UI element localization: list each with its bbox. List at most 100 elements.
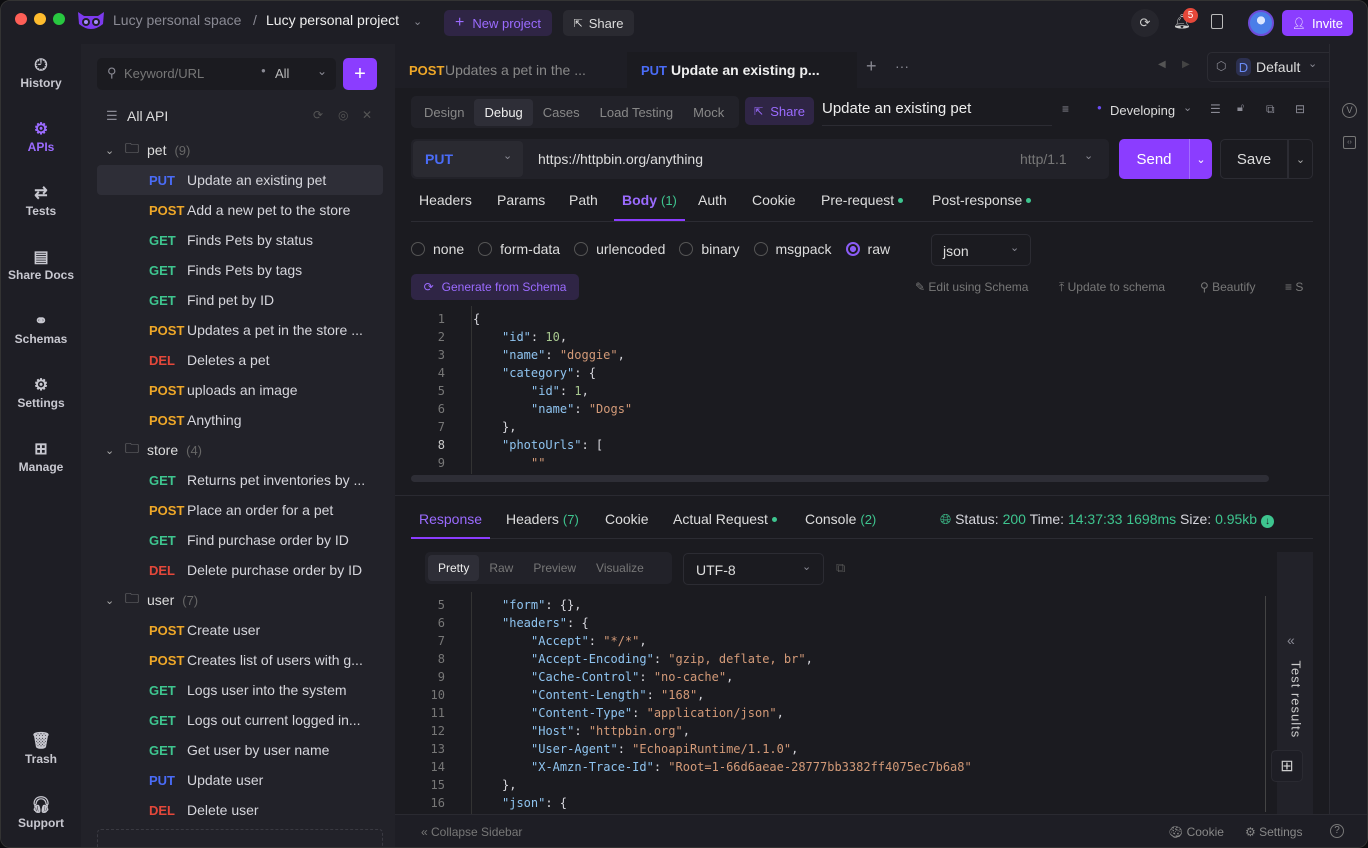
- filter-chevron-down-icon[interactable]: ⌄: [317, 64, 327, 78]
- collapse-all-icon[interactable]: ✕: [362, 108, 372, 122]
- response-tab-console[interactable]: Console (2): [805, 511, 876, 527]
- workspace-name[interactable]: Lucy personal space: [113, 12, 241, 28]
- lock-icon[interactable]: 🔓︎: [1237, 102, 1244, 115]
- request-tab-post-response[interactable]: Post-response: [932, 192, 1032, 208]
- api-item[interactable]: GET Find purchase order by ID: [97, 525, 383, 555]
- body-type-none[interactable]: none: [411, 241, 464, 257]
- folder-pet[interactable]: ⌄ 🗀︎ pet (9): [97, 135, 383, 165]
- body-editor[interactable]: 1 {2 "id": 10, 3 "name": "doggie", 4 "category…: [395, 306, 1313, 474]
- send-button[interactable]: Send: [1119, 139, 1189, 179]
- copy-icon[interactable]: ⧉: [836, 560, 845, 576]
- help-icon[interactable]: ?: [1330, 824, 1344, 838]
- layout-icon[interactable]: ☰: [1210, 102, 1221, 116]
- folder-chevron-down-icon[interactable]: ⌄: [105, 444, 125, 457]
- update-to-schema-button[interactable]: ⤒ Update to schema: [1059, 280, 1165, 295]
- mode-tab-debug[interactable]: Debug: [474, 98, 533, 126]
- search-input[interactable]: ⚲ Keyword/URL ● All ⌄: [97, 58, 336, 90]
- api-item[interactable]: PUT Update an existing pet: [97, 165, 383, 195]
- api-item[interactable]: GET Get user by user name: [97, 735, 383, 765]
- new-project-button[interactable]: + New project: [444, 10, 552, 36]
- mode-tab-mock[interactable]: Mock: [683, 99, 734, 126]
- add-api-button[interactable]: +: [343, 58, 377, 90]
- api-item[interactable]: GET Find pet by ID: [97, 285, 383, 315]
- status-chevron-down-icon[interactable]: ⌄: [1183, 101, 1192, 114]
- api-item[interactable]: POST Place an order for a pet: [97, 495, 383, 525]
- protocol-select[interactable]: http/1.1: [1020, 151, 1067, 167]
- method-select[interactable]: PUT ⌄: [413, 141, 523, 177]
- request-tab-pre-request[interactable]: Pre-request: [821, 192, 904, 208]
- expand-chevrons-icon[interactable]: «: [1287, 632, 1295, 648]
- radio-button[interactable]: [478, 242, 493, 256]
- new-tab-plus-icon[interactable]: +: [866, 56, 877, 77]
- body-type-raw[interactable]: raw: [845, 241, 890, 257]
- folder-user[interactable]: ⌄ 🗀︎ user (7): [97, 585, 383, 615]
- request-tab-body[interactable]: Body (1): [614, 192, 685, 221]
- footer-cookie-button[interactable]: 🍪︎ Cookie: [1168, 825, 1224, 839]
- api-item[interactable]: POST Add a new pet to the store: [97, 195, 383, 225]
- save-button[interactable]: Save: [1220, 139, 1288, 179]
- api-item[interactable]: DEL Delete purchase order by ID: [97, 555, 383, 585]
- folder-store[interactable]: ⌄ 🗀︎ store (4): [97, 435, 383, 465]
- radio-button[interactable]: [574, 242, 589, 256]
- folder-chevron-down-icon[interactable]: ⌄: [105, 144, 125, 157]
- editor-horizontal-scrollbar[interactable]: [411, 475, 1269, 482]
- view-mode-visualize[interactable]: Visualize: [586, 555, 654, 581]
- api-item[interactable]: POST Anything: [97, 405, 383, 435]
- api-item[interactable]: POST Create user: [97, 615, 383, 645]
- api-item[interactable]: POST uploads an image: [97, 375, 383, 405]
- beautify-button[interactable]: ⚲ Beautify: [1200, 280, 1255, 294]
- view-mode-pretty[interactable]: Pretty: [428, 555, 480, 581]
- project-name[interactable]: Lucy personal project: [266, 12, 399, 28]
- rail-item-settings[interactable]: ⚙ Settings: [1, 376, 81, 410]
- edit-description-icon[interactable]: ≡: [1062, 102, 1069, 116]
- more-actions-button[interactable]: ≡ S: [1285, 280, 1303, 294]
- user-avatar[interactable]: [1248, 10, 1274, 36]
- refresh-icon[interactable]: ⟳: [313, 108, 323, 122]
- sync-icon[interactable]: ⟳: [1131, 9, 1159, 37]
- share-project-button[interactable]: ⇱ Share: [563, 10, 634, 36]
- api-share-button[interactable]: ⇱ Share: [745, 97, 814, 125]
- request-tab-path[interactable]: Path: [569, 192, 598, 208]
- body-type-urlencoded[interactable]: urlencoded: [574, 241, 665, 257]
- rail-item-schemas[interactable]: ⚭ Schemas: [1, 312, 81, 346]
- radio-button[interactable]: [411, 242, 425, 256]
- request-tab-headers[interactable]: Headers: [419, 192, 472, 208]
- response-tab-headers[interactable]: Headers (7): [506, 511, 579, 527]
- request-tab-params[interactable]: Params: [497, 192, 545, 208]
- tab-prev-icon[interactable]: ◀: [1158, 59, 1166, 70]
- rail-item-share-docs[interactable]: ▤ Share Docs: [1, 248, 81, 282]
- rail-item-history[interactable]: 🕘︎ History: [1, 56, 81, 90]
- mode-tab-design[interactable]: Design: [414, 99, 474, 126]
- generate-from-schema-button[interactable]: ⟳ Generate from Schema: [411, 274, 579, 300]
- download-icon[interactable]: ↓: [1261, 515, 1274, 528]
- api-item[interactable]: DEL Delete user: [97, 795, 383, 825]
- save-case-icon[interactable]: ⊟: [1295, 102, 1305, 116]
- code-snippet-icon[interactable]: ‹›: [1343, 136, 1356, 149]
- version-icon[interactable]: V: [1342, 103, 1357, 118]
- api-name-input[interactable]: Update an existing pet: [822, 100, 1052, 126]
- filter-select[interactable]: All: [275, 66, 289, 81]
- tab-post-updates-pet[interactable]: POST Updates a pet in the ...: [395, 52, 627, 88]
- api-item[interactable]: GET Logs out current logged in...: [97, 705, 383, 735]
- api-status-select[interactable]: Developing: [1110, 103, 1175, 118]
- body-type-form-data[interactable]: form-data: [478, 241, 560, 257]
- radio-button[interactable]: [845, 242, 860, 256]
- response-tab-cookie[interactable]: Cookie: [605, 511, 649, 527]
- rail-item-tests[interactable]: ⇄ Tests: [1, 184, 81, 218]
- minimize-window-button[interactable]: [34, 13, 46, 25]
- tab-next-icon[interactable]: ▶: [1182, 59, 1190, 70]
- more-tabs-icon[interactable]: ···: [895, 58, 909, 74]
- response-tab-actual-request[interactable]: Actual Request: [673, 511, 777, 527]
- edit-using-schema-button[interactable]: ✎ Edit using Schema: [915, 280, 1028, 294]
- folder-chevron-down-icon[interactable]: ⌄: [105, 594, 125, 607]
- project-chevron-down-icon[interactable]: ⌄: [413, 15, 422, 28]
- clone-icon[interactable]: ⧉: [1266, 102, 1275, 117]
- all-api-label[interactable]: All API: [127, 108, 168, 124]
- api-item[interactable]: GET Finds Pets by tags: [97, 255, 383, 285]
- body-type-msgpack[interactable]: msgpack: [753, 241, 832, 257]
- collapse-sidebar-button[interactable]: « Collapse Sidebar: [421, 825, 522, 839]
- layout-toggle-icon[interactable]: ⊞: [1271, 750, 1303, 782]
- raw-format-select[interactable]: json ⌄: [931, 234, 1031, 266]
- footer-settings-button[interactable]: ⚙ Settings: [1245, 825, 1302, 839]
- radio-button[interactable]: [753, 242, 768, 256]
